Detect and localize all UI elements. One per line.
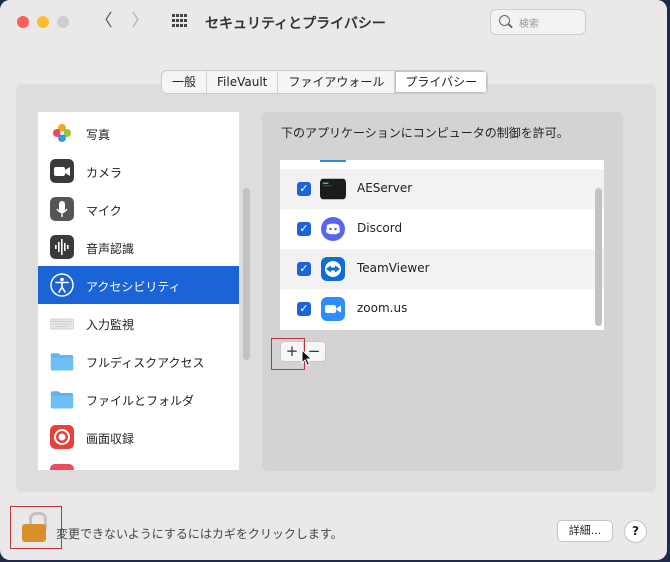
window-title: セキュリティとプライバシー bbox=[205, 16, 386, 32]
tab-privacy[interactable]: プライバシー bbox=[395, 71, 488, 93]
lock-highlight bbox=[10, 506, 62, 549]
advanced-button[interactable]: 詳細... bbox=[557, 520, 613, 542]
tab-firewall[interactable]: ファイアウォール bbox=[278, 71, 396, 93]
app-name: AEServer bbox=[357, 181, 413, 195]
sidebar-item-label: カメラ bbox=[86, 166, 123, 180]
app-name: Discord bbox=[357, 221, 403, 235]
lock-instruction-text: 変更できないようにするにはカギをクリックします。 bbox=[56, 527, 343, 541]
zoom-icon bbox=[321, 297, 345, 321]
sidebar-item-full-disk-access[interactable]: フルディスクアクセス bbox=[38, 342, 239, 380]
folder-icon bbox=[50, 391, 74, 409]
sidebar-item-label: アクセシビリティ bbox=[86, 280, 181, 294]
app-checkbox[interactable]: ✓ bbox=[297, 222, 311, 236]
camera-icon bbox=[50, 159, 74, 183]
screen-recording-icon bbox=[50, 425, 74, 449]
sidebar-item-screen-recording[interactable]: 画面収録 bbox=[38, 418, 239, 456]
tab-bar: 一般 FileVault ファイアウォール プライバシー bbox=[161, 70, 489, 94]
microphone-icon bbox=[50, 197, 74, 221]
app-row-aeserver[interactable]: ✓ AEServer bbox=[280, 169, 604, 209]
partial-list-item-icon bbox=[50, 464, 74, 470]
teamviewer-icon bbox=[321, 257, 345, 281]
app-name: TeamViewer bbox=[357, 261, 430, 275]
search-field[interactable]: 検索 bbox=[490, 9, 586, 35]
accessibility-icon bbox=[50, 273, 74, 297]
photos-icon bbox=[50, 121, 74, 145]
discord-icon bbox=[321, 217, 345, 241]
speech-recognition-icon bbox=[50, 235, 74, 259]
app-list: ✓ AEServer ✓ Discord ✓ TeamViewer ✓ zoom… bbox=[280, 160, 604, 330]
sidebar-item-camera[interactable]: カメラ bbox=[38, 152, 239, 190]
sidebar-item-accessibility[interactable]: アクセシビリティ bbox=[38, 266, 239, 304]
terminal-icon bbox=[320, 178, 346, 200]
sidebar-item-label: 音声認識 bbox=[86, 242, 135, 256]
sidebar-item-files-and-folders[interactable]: ファイルとフォルダ bbox=[38, 380, 239, 418]
back-icon[interactable]: 〈 bbox=[94, 10, 114, 32]
privacy-category-list: 写真 カメラ マイク 音声認識 アクセシビリティ 入力監視 フルディスクアクセス… bbox=[38, 112, 239, 470]
sidebar-item-label: 入力監視 bbox=[86, 318, 135, 332]
search-icon bbox=[499, 15, 510, 26]
add-button-highlight bbox=[271, 338, 305, 370]
sidebar-scrollbar[interactable] bbox=[243, 188, 250, 360]
sidebar-item-label: マイク bbox=[86, 204, 122, 218]
app-checkbox[interactable]: ✓ bbox=[297, 262, 311, 276]
folder-icon bbox=[50, 353, 74, 371]
permission-description: 下のアプリケーションにコンピュータの制御を許可。 bbox=[281, 126, 569, 140]
sidebar-item-label: 写真 bbox=[86, 128, 111, 142]
sidebar-item-input-monitoring[interactable]: 入力監視 bbox=[38, 304, 239, 342]
partial-app-icon bbox=[320, 160, 346, 162]
app-list-scrollbar[interactable] bbox=[595, 188, 602, 326]
forward-icon[interactable]: 〉 bbox=[130, 10, 150, 32]
app-checkbox[interactable]: ✓ bbox=[297, 302, 311, 316]
tab-filevault[interactable]: FileVault bbox=[207, 71, 279, 93]
show-all-grid-icon[interactable] bbox=[172, 14, 188, 28]
app-row-discord[interactable]: ✓ Discord bbox=[280, 209, 604, 249]
sidebar-item-photos[interactable]: 写真 bbox=[38, 114, 239, 152]
app-name: zoom.us bbox=[357, 301, 408, 315]
title-bar: 〈 〉 セキュリティとプライバシー 検索 bbox=[0, 0, 667, 46]
mouse-cursor-icon bbox=[301, 349, 313, 367]
sidebar-item-label: ファイルとフォルダ bbox=[86, 394, 195, 408]
sidebar-item-speech-recognition[interactable]: 音声認識 bbox=[38, 228, 239, 266]
app-checkbox[interactable]: ✓ bbox=[297, 182, 311, 196]
app-row-zoom[interactable]: ✓ zoom.us bbox=[280, 289, 604, 329]
zoom-window-button[interactable] bbox=[57, 16, 69, 28]
tab-general[interactable]: 一般 bbox=[162, 71, 208, 93]
preferences-window: 〈 〉 セキュリティとプライバシー 検索 一般 FileVault ファイアウォ… bbox=[0, 0, 667, 560]
sidebar-item-label: 画面収録 bbox=[86, 432, 135, 446]
help-button[interactable]: ? bbox=[624, 520, 647, 543]
sidebar-item-microphone[interactable]: マイク bbox=[38, 190, 239, 228]
search-placeholder: 検索 bbox=[519, 19, 539, 30]
minimize-window-button[interactable] bbox=[37, 16, 49, 28]
sidebar-item-label: フルディスクアクセス bbox=[86, 356, 205, 370]
app-row-teamviewer[interactable]: ✓ TeamViewer bbox=[280, 249, 604, 289]
close-window-button[interactable] bbox=[17, 16, 29, 28]
keyboard-icon bbox=[50, 318, 74, 330]
